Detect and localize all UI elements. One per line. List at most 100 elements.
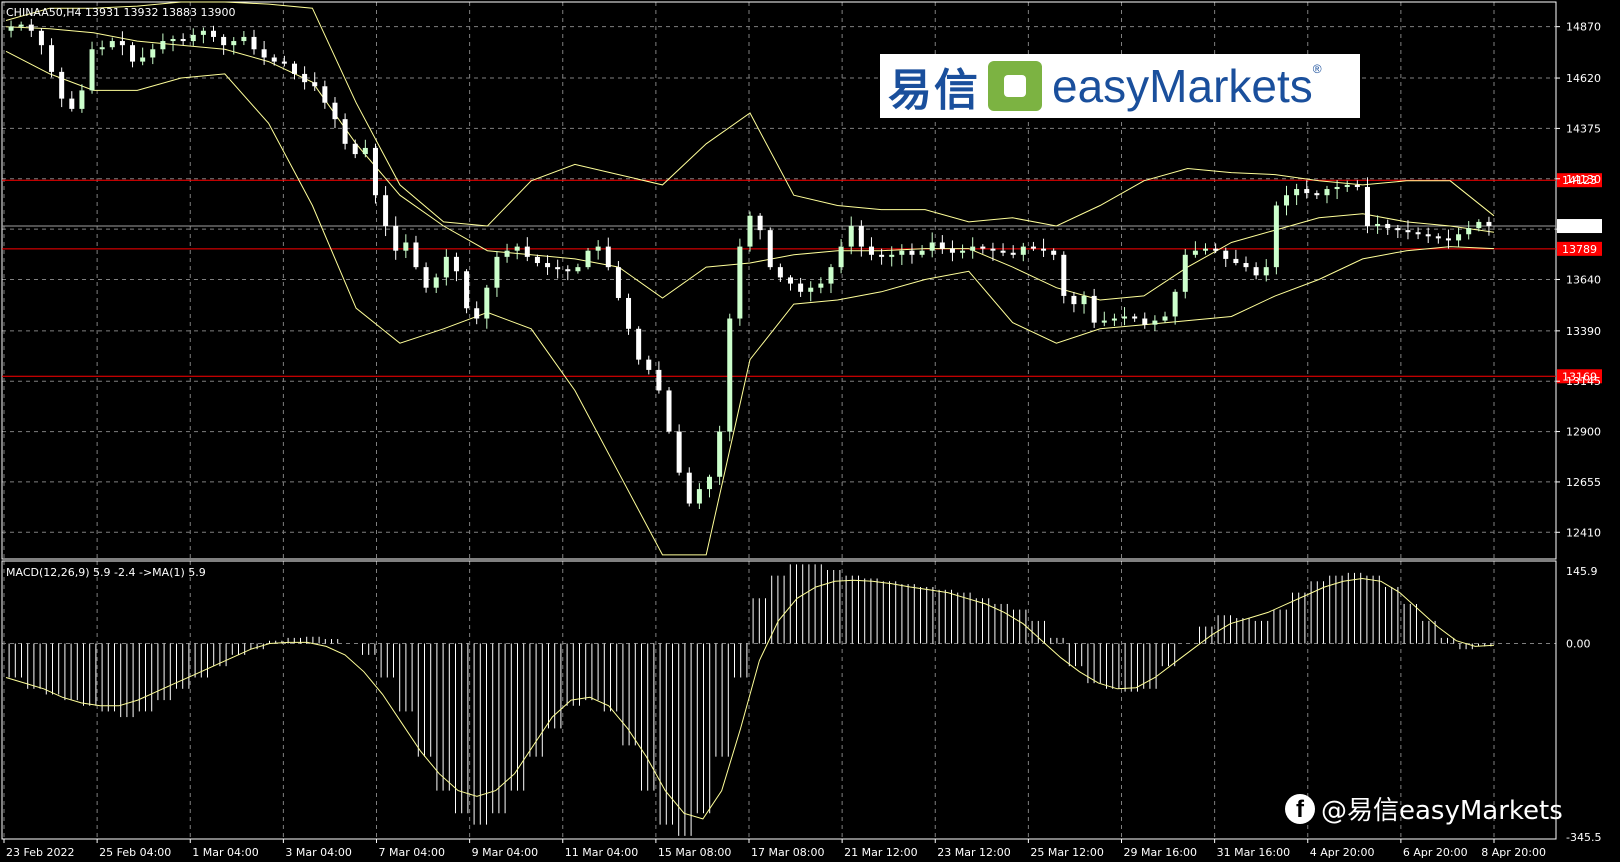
candle-body — [302, 73, 308, 83]
price-tick-label: 12655 — [1566, 476, 1601, 489]
price-tick-label: 14620 — [1566, 72, 1601, 85]
candle-body — [474, 308, 480, 319]
candle-body — [433, 277, 439, 288]
candle-body — [1385, 223, 1391, 229]
candle-body — [676, 431, 682, 473]
time-tick-label: 25 Feb 04:00 — [99, 846, 171, 859]
candle-body — [413, 242, 419, 268]
price-tick-label: 13390 — [1566, 325, 1601, 338]
candle-body — [534, 256, 540, 264]
candle-body — [1233, 258, 1239, 264]
price-tick-label: 14130 — [1566, 173, 1601, 186]
time-tick-label: 23 Mar 12:00 — [937, 846, 1010, 859]
candle-body — [1344, 184, 1350, 187]
price-tick-label: 13640 — [1566, 273, 1601, 286]
candle-body — [1172, 291, 1178, 317]
candle-body — [514, 246, 520, 251]
candle-body — [828, 267, 834, 284]
candle-body — [1192, 250, 1198, 255]
candle-body — [1051, 250, 1057, 255]
candle-body — [605, 246, 611, 268]
candle-body — [221, 36, 227, 46]
candle-body — [595, 246, 601, 251]
macd-tick-label: 145.9 — [1566, 565, 1598, 578]
level-label: 13789 — [1562, 243, 1597, 256]
candle-body — [1466, 228, 1472, 235]
candle-body — [1283, 195, 1289, 206]
candle-body — [89, 49, 95, 91]
candle-body — [231, 41, 237, 46]
bollinger-lower — [5, 50, 1495, 556]
candle-body — [423, 267, 429, 288]
candle-body — [879, 254, 885, 257]
symbol-header: CHINAA50,H4 13931 13932 13883 13900 — [6, 6, 236, 19]
logo-mark-icon — [988, 61, 1042, 111]
candle-body — [1081, 295, 1087, 305]
candle-body — [119, 41, 125, 46]
candle-body — [332, 102, 338, 120]
horizontal-levels[interactable]: 14123137891316913900 — [2, 173, 1602, 384]
time-tick-label: 29 Mar 16:00 — [1124, 846, 1197, 859]
candle-body — [818, 283, 824, 288]
price-tick-label: 14870 — [1566, 21, 1601, 34]
time-axis: 23 Feb 2022 25 Feb 04:00 1 Mar 04:00 3 Mar … — [3, 839, 1546, 859]
candle-body — [342, 119, 348, 144]
candle-body — [464, 271, 470, 309]
candle-body — [1000, 250, 1006, 253]
time-tick-label: 6 Apr 20:00 — [1403, 846, 1468, 859]
candle-body — [848, 226, 854, 247]
macd-header: MACD(12,26,9) 5.9 -2.4 ->MA(1) 5.9 — [6, 566, 206, 579]
time-tick-label: 15 Mar 08:00 — [658, 846, 731, 859]
candle-body — [1334, 186, 1340, 190]
candle-body — [575, 267, 581, 272]
candle-body — [130, 45, 136, 62]
candle-body — [545, 263, 551, 268]
candle-body — [99, 47, 105, 50]
candle-body — [1162, 316, 1168, 321]
candle-body — [585, 250, 591, 268]
time-tick-label: 8 Apr 20:00 — [1481, 846, 1546, 859]
candle-body — [362, 147, 368, 155]
time-tick-label: 21 Mar 12:00 — [844, 846, 917, 859]
candle-body — [383, 195, 389, 227]
candle-body — [787, 277, 793, 284]
chart-canvas: 14123137891316913900 14870 14620 14375 1413… — [1, 1, 1602, 859]
candle-body — [1415, 232, 1421, 235]
candle-body — [1273, 205, 1279, 268]
chart-frame — [1, 1, 1557, 840]
time-tick-label: 4 Apr 20:00 — [1310, 846, 1375, 859]
candle-body — [38, 30, 44, 46]
candle-body — [899, 250, 905, 255]
candle-body — [443, 256, 449, 278]
candle-body — [291, 63, 297, 74]
candle-body — [909, 250, 915, 255]
candle-body — [1020, 246, 1026, 255]
candle-body — [403, 242, 409, 251]
candle-body — [1405, 230, 1411, 233]
time-tick-label: 7 Mar 04:00 — [379, 846, 445, 859]
price-tick-label: 13145 — [1566, 375, 1601, 388]
candle-body — [666, 390, 672, 432]
candle-body — [453, 256, 459, 272]
candle-body — [1213, 248, 1219, 251]
candle-body — [960, 250, 966, 253]
candle-body — [646, 359, 652, 370]
macd-signal-path — [5, 577, 1495, 820]
candle-body — [1263, 267, 1269, 276]
candle-body — [727, 318, 733, 432]
logo-english-text: easyMarkets — [1052, 60, 1313, 112]
candle-body — [1132, 316, 1138, 319]
time-tick-label: 31 Mar 16:00 — [1217, 846, 1290, 859]
candle-body — [798, 283, 804, 292]
candle-body — [717, 431, 723, 477]
time-tick-label: 25 Mar 12:00 — [1030, 846, 1103, 859]
candle-body — [1101, 320, 1107, 323]
candle-body — [656, 369, 662, 391]
candle-body — [990, 248, 996, 251]
candle-body — [808, 287, 814, 292]
candle-body — [1476, 221, 1482, 229]
candle-body — [180, 38, 186, 42]
candle-body — [372, 147, 378, 196]
candle-body — [838, 246, 844, 268]
candle-body — [868, 246, 874, 255]
